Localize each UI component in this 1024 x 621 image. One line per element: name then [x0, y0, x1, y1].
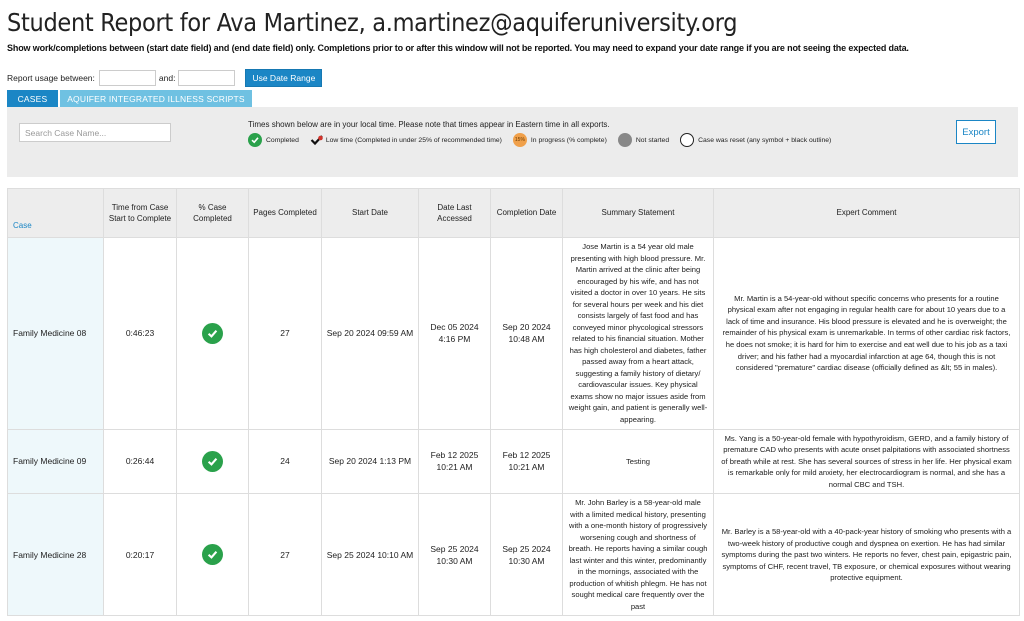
pages-completed: 24	[248, 428, 322, 495]
start-date: Sep 20 2024 1:13 PM	[321, 428, 419, 495]
table-row: Family Medicine 09 0:26:44 24 Sep 20 202…	[7, 428, 1020, 495]
completed-check-icon	[202, 544, 223, 566]
completed-check-icon	[202, 322, 223, 344]
completed-check-icon	[202, 450, 223, 472]
check-circle-icon	[248, 133, 262, 147]
time-to-complete: 0:46:23	[103, 237, 177, 430]
case-name[interactable]: Family Medicine 09	[7, 428, 104, 495]
expert-comment: Mr. Barley is a 58-year-old with a 40-pa…	[713, 493, 1020, 617]
last-accessed: Sep 25 2024 10:30 AM	[418, 493, 491, 617]
completion-date: Sep 25 2024 10:30 AM	[490, 493, 563, 617]
range-and-label: and:	[158, 73, 176, 83]
summary-statement: Jose Martin is a 54 year old male presen…	[562, 237, 714, 430]
pages-completed: 27	[248, 237, 322, 430]
pct-complete-cell	[176, 237, 249, 430]
case-name[interactable]: Family Medicine 28	[7, 493, 104, 617]
start-date: Sep 25 2024 10:10 AM	[321, 493, 419, 617]
column-header-completion: Completion Date	[490, 188, 563, 238]
legend-in-progress: 15% In progress (% complete)	[512, 133, 607, 147]
column-header-pages: Pages Completed	[248, 188, 322, 238]
date-range-row: Report usage between: and: Use Date Rang…	[7, 69, 323, 87]
export-button[interactable]: Export	[956, 120, 996, 144]
legend-not-started: Not started	[617, 133, 670, 147]
end-date-input[interactable]	[178, 70, 236, 86]
date-range-instructions: Show work/completions between (start dat…	[7, 43, 909, 53]
progress-badge-icon: 15%	[512, 133, 527, 147]
start-date: Sep 20 2024 09:59 AM	[321, 237, 419, 430]
start-date-input[interactable]	[98, 70, 156, 86]
report-tabs: CASES AQUIFER INTEGRATED ILLNESS SCRIPTS	[7, 90, 252, 107]
case-name[interactable]: Family Medicine 08	[7, 237, 104, 430]
tab-integrated-illness-scripts[interactable]: AQUIFER INTEGRATED ILLNESS SCRIPTS	[60, 90, 252, 107]
column-header-expert: Expert Comment	[713, 188, 1020, 238]
pct-complete-cell	[176, 428, 249, 495]
case-report-table: Case Time from Case Start to Complete % …	[7, 188, 1020, 617]
completion-date: Feb 12 2025 10:21 AM	[490, 428, 563, 495]
table-row: Family Medicine 08 0:46:23 27 Sep 20 202…	[7, 237, 1020, 430]
outline-circle-icon	[680, 133, 695, 147]
column-header-summary: Summary Statement	[562, 188, 714, 238]
column-header-case[interactable]: Case	[7, 188, 104, 238]
range-between-label: Report usage between:	[7, 73, 95, 83]
column-header-pct: % Case Completed	[176, 188, 249, 238]
expert-comment: Ms. Yang is a 50-year-old female with hy…	[713, 428, 1020, 495]
legend-not-started-label: Not started	[635, 136, 670, 144]
column-header-start: Start Date	[321, 188, 419, 238]
last-accessed: Dec 05 2024 4:16 PM	[418, 237, 491, 430]
expert-comment: Mr. Martin is a 54-year-old without spec…	[713, 237, 1020, 430]
pct-complete-cell	[176, 493, 249, 617]
column-header-time: Time from Case Start to Complete	[103, 188, 177, 238]
timezone-note: Times shown below are in your local time…	[248, 120, 610, 129]
legend-low-time: Low time (Completed in under 25% of reco…	[310, 133, 502, 147]
legend-low-time-label: Low time (Completed in under 25% of reco…	[325, 136, 502, 144]
tab-cases[interactable]: CASES	[7, 90, 58, 107]
last-accessed: Feb 12 2025 10:21 AM	[418, 428, 491, 495]
time-to-complete: 0:26:44	[103, 428, 177, 495]
completion-date: Sep 20 2024 10:48 AM	[490, 237, 563, 430]
table-header-row: Case Time from Case Start to Complete % …	[7, 188, 1020, 238]
legend-in-progress-label: In progress (% complete)	[530, 136, 607, 144]
time-to-complete: 0:20:17	[103, 493, 177, 617]
use-date-range-button[interactable]: Use Date Range	[245, 69, 323, 87]
search-case-input[interactable]: Search Case Name...	[19, 123, 171, 142]
pages-completed: 27	[248, 493, 322, 617]
legend-completed-label: Completed	[266, 136, 299, 144]
summary-statement: Testing	[562, 428, 714, 495]
summary-statement: Mr. John Barley is a 58-year-old male wi…	[562, 493, 714, 617]
table-row: Family Medicine 28 0:20:17 27 Sep 25 202…	[7, 493, 1020, 617]
gray-circle-icon	[617, 133, 632, 147]
legend-reset-label: Case was reset (any symbol + black outli…	[698, 136, 832, 144]
filter-panel: Search Case Name... Times shown below ar…	[7, 107, 1018, 177]
page-title: Student Report for Ava Martinez, a.marti…	[7, 8, 738, 37]
status-legend: Completed Low time (Completed in under 2…	[248, 133, 842, 147]
legend-reset: Case was reset (any symbol + black outli…	[680, 133, 831, 147]
legend-completed: Completed	[248, 133, 299, 147]
low-time-check-icon	[310, 133, 324, 147]
column-header-last: Date Last Accessed	[418, 188, 491, 238]
